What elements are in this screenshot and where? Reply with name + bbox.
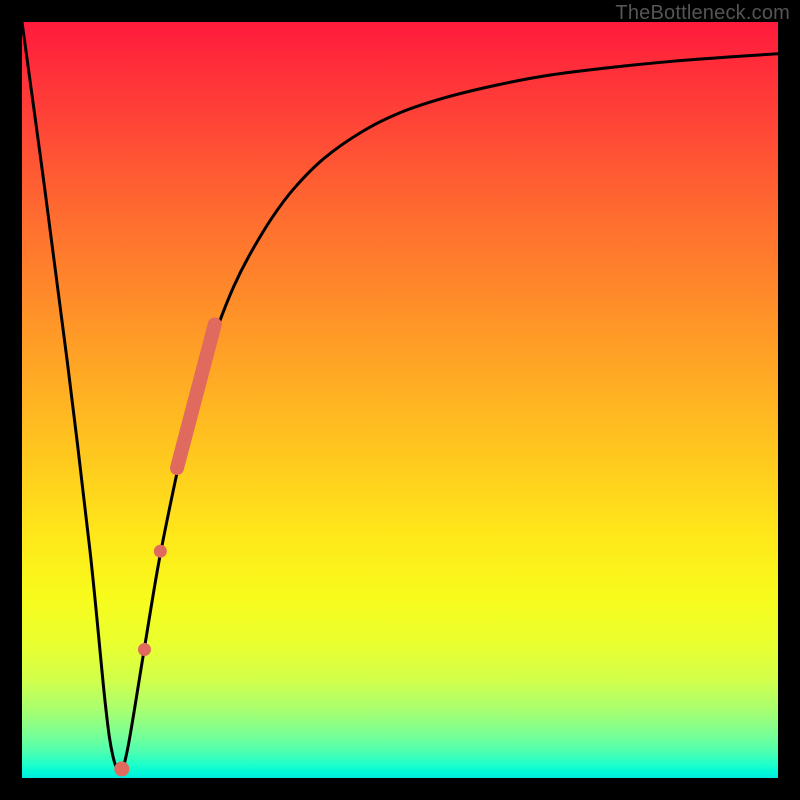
plot-area [22, 22, 778, 778]
chart-frame: TheBottleneck.com [0, 0, 800, 800]
dot-bottom [114, 761, 129, 776]
dot-low [138, 643, 151, 656]
marker-layer [114, 324, 214, 776]
chart-svg [22, 22, 778, 778]
attribution-text: TheBottleneck.com [615, 2, 790, 25]
segment-thick [177, 324, 215, 468]
curve-layer [22, 22, 778, 771]
bottleneck-curve [22, 22, 778, 771]
dot-mid [154, 545, 167, 558]
